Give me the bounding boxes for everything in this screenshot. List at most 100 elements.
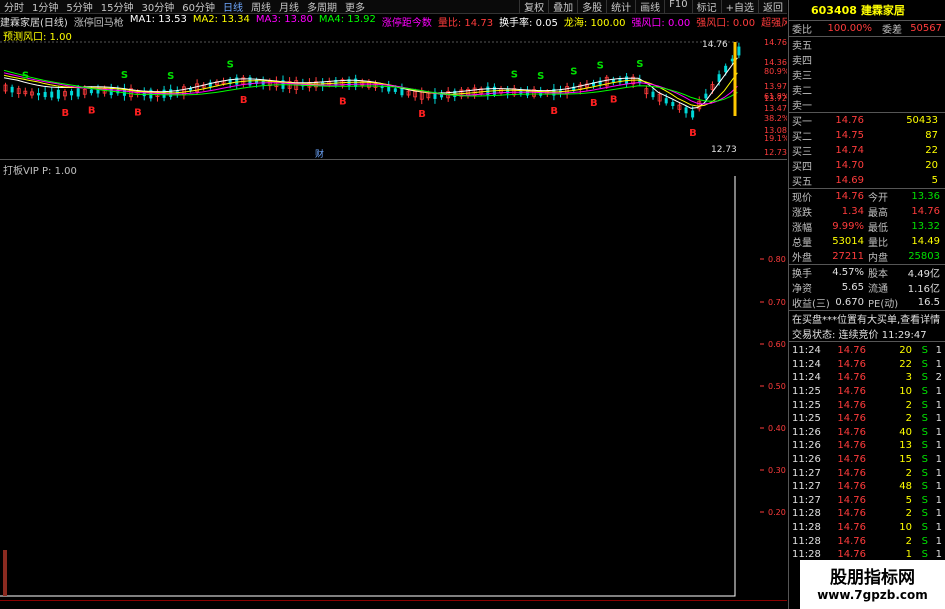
stat-label: 涨跌	[792, 208, 812, 219]
ma-legend-item: 超强风口: 0.00	[761, 18, 787, 28]
buy-signal: B	[590, 98, 598, 109]
bid-volume: 50433	[906, 115, 938, 126]
tool-button[interactable]: +自选	[720, 0, 758, 14]
tick-list[interactable]: 11:24 14.76 20 S 1 11:24 14.76 22 S 1 11:24 14.76 3 S…	[789, 342, 945, 562]
stat-label: 最低	[868, 223, 888, 234]
kline-chart[interactable]: 14.76 12.73 财 B B B B B B B B B B S S S S S S S S S 14.76 14.36…	[0, 28, 787, 158]
ask-row[interactable]: 卖五	[789, 37, 945, 52]
stock-name: 建霖家居	[860, 4, 905, 17]
bid-row[interactable]: 买三 14.74 22	[789, 143, 945, 158]
tick-volume: 22	[899, 358, 912, 370]
period-tab[interactable]: 更多	[341, 0, 369, 14]
indicator-name[interactable]: 涨停回马枪	[74, 15, 124, 28]
status-text: 交易状态: 连续竞价 11:29:47	[792, 330, 927, 341]
tick-count: 1	[935, 358, 942, 370]
period-tab[interactable]: 月线	[275, 0, 303, 14]
indicator-chart[interactable]: 0.80 0.70 0.60 0.50 0.40 0.30 0.20	[0, 160, 787, 600]
tick-price: 14.76	[837, 454, 866, 466]
bid-row[interactable]: 买四 14.70 20	[789, 158, 945, 173]
indicator-title[interactable]: 打板VIP P: 1.00	[3, 162, 77, 177]
bid-volume: 20	[925, 160, 938, 171]
tick-price: 14.76	[837, 413, 866, 425]
tick-count: 1	[935, 467, 942, 479]
sell-signal: S	[511, 70, 518, 81]
tick-volume: 13	[899, 440, 912, 452]
tool-button[interactable]: F10	[664, 0, 691, 14]
candle-body	[651, 91, 655, 98]
stat-label: 涨幅	[792, 223, 812, 234]
period-tab[interactable]: 5分钟	[62, 0, 96, 14]
big-order-notice[interactable]: 在买盘***位置有大买单,查看详情	[789, 311, 945, 326]
indicator-axis-label: 0.40	[768, 424, 786, 433]
watermark-url: www.7gpzb.com	[817, 588, 928, 602]
candle-body	[684, 107, 688, 114]
ma-legend-item: 换手率: 0.05	[499, 18, 558, 28]
tick-volume: 5	[905, 494, 912, 506]
indicator-axis-label: 0.60	[768, 340, 786, 349]
tick-volume: 3	[905, 372, 912, 384]
period-tab[interactable]: 15分钟	[97, 0, 138, 14]
tool-button[interactable]: 多股	[577, 0, 606, 14]
bid-row[interactable]: 买二 14.75 87	[789, 128, 945, 143]
stat-row: 收益(三) 0.670 PE(动) 16.5	[789, 295, 945, 310]
period-tab[interactable]: 日线	[219, 0, 247, 14]
ask-row[interactable]: 卖四	[789, 52, 945, 67]
period-tab[interactable]: 30分钟	[137, 0, 178, 14]
stat-value: 13.32	[911, 221, 940, 232]
bid-price: 14.70	[835, 160, 864, 171]
stat-row: 现价 14.76 今开 13.36	[789, 189, 945, 204]
tool-button[interactable]: 复权	[519, 0, 548, 14]
tick-side: S	[921, 494, 928, 506]
tool-button[interactable]: 统计	[606, 0, 635, 14]
stat-value: 9.99%	[832, 221, 864, 232]
tick-count: 1	[935, 535, 942, 547]
bid-row[interactable]: 买一 14.76 50433	[789, 113, 945, 128]
bid-price: 14.75	[835, 130, 864, 141]
tick-side: S	[921, 522, 928, 534]
tool-button[interactable]: 叠加	[548, 0, 577, 14]
tick-count: 1	[935, 345, 942, 357]
stat-label: 今开	[868, 193, 888, 204]
tick-time: 11:28	[792, 522, 821, 534]
stat-label: 最高	[868, 208, 888, 219]
period-tab[interactable]: 周线	[247, 0, 275, 14]
ask-row[interactable]: 卖一	[789, 97, 945, 112]
ask-row[interactable]: 卖二	[789, 82, 945, 97]
tick-side: S	[921, 399, 928, 411]
tick-count: 1	[935, 454, 942, 466]
sell-signal: S	[167, 71, 174, 82]
candle-body	[737, 46, 741, 56]
period-tab[interactable]: 多周期	[303, 0, 341, 14]
stat-label: 总量	[792, 238, 812, 249]
quote-stats-2: 换手 4.57% 股本 4.49亿 净资 5.65 流通 1.16亿 收益(三) 0.670 PE(…	[789, 265, 945, 310]
tick-time: 11:27	[792, 494, 821, 506]
tool-button[interactable]: 标记	[691, 0, 721, 14]
ask-row[interactable]: 卖三	[789, 67, 945, 82]
tick-side: S	[921, 467, 928, 479]
tick-volume: 2	[905, 508, 912, 520]
period-tab[interactable]: 60分钟	[178, 0, 219, 14]
tick-price: 14.76	[837, 440, 866, 452]
period-tab[interactable]: 1分钟	[28, 0, 62, 14]
tick-side: S	[921, 413, 928, 425]
tick-row: 11:27 14.76 48 S 1	[789, 480, 945, 494]
tool-button[interactable]: 返回	[758, 0, 787, 14]
stat-row: 外盘 27211 内盘 25803	[789, 249, 945, 264]
ma-legend-item: MA3: 13.80	[255, 15, 313, 25]
quote-panel: 603408 建霖家居 委比 100.00% 委差 50567 卖五 卖四 卖三 卖二…	[788, 0, 945, 609]
buy-signal: B	[339, 96, 347, 107]
price-axis-label: 19.1%	[764, 134, 787, 143]
period-toolbar: 分时 1分钟 5分钟 15分钟 30分钟 60分钟 日线 周线 月线 多周期 更多 复权 叠加 多股 统计…	[0, 0, 787, 14]
stat-value: 5.65	[841, 282, 864, 293]
tick-volume: 2	[905, 535, 912, 547]
stat-value: 1.34	[841, 206, 864, 217]
tick-volume: 20	[899, 345, 912, 357]
bid-volume: 22	[925, 145, 938, 156]
stat-label: 换手	[792, 269, 812, 280]
indicator-axis-label: 0.80	[768, 255, 786, 264]
bid-row[interactable]: 买五 14.69 5	[789, 173, 945, 188]
bid-price: 14.76	[835, 115, 864, 126]
sell-signal: S	[570, 67, 577, 78]
period-tab[interactable]: 分时	[0, 0, 28, 14]
tool-button[interactable]: 画线	[635, 0, 664, 14]
